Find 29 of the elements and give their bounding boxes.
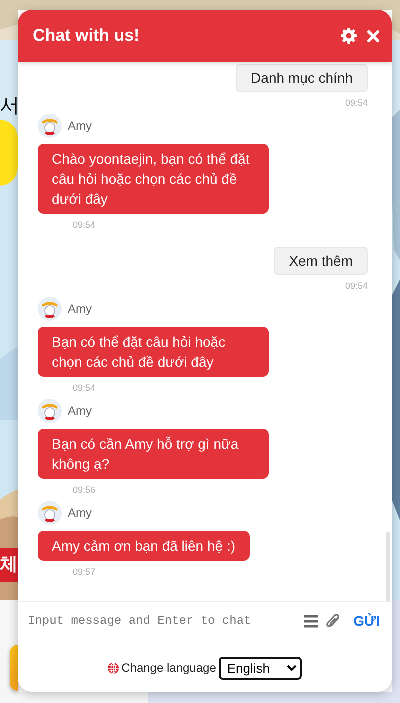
avatar-icon (38, 114, 62, 138)
avatar-icon (38, 297, 62, 321)
language-select[interactable]: English (219, 656, 302, 680)
option-button[interactable]: Xem thêm (274, 247, 368, 275)
chat-title: Chat with us! (33, 26, 141, 46)
message-time: 09:54 (345, 281, 368, 291)
message-bubble: Chào yoontaejin, bạn có thể đặt câu hỏi hoặc chọn các chủ đề dưới đây (38, 144, 269, 214)
message-time: 09:56 (73, 485, 96, 495)
message-time: 09:57 (73, 567, 96, 577)
menu-icon[interactable] (304, 614, 318, 628)
sender-name: Amy (68, 119, 92, 133)
language-label: Change language (122, 661, 216, 675)
message-bubble: Amy cảm ơn bạn đã liên hệ :) (38, 531, 250, 561)
sender-name: Amy (68, 506, 92, 520)
send-button[interactable]: GỬI (354, 613, 380, 629)
message-time: 09:54 (345, 98, 368, 108)
sender-name: Amy (68, 302, 92, 316)
close-icon[interactable] (367, 30, 380, 42)
sender-name: Amy (68, 404, 92, 418)
avatar-icon (38, 399, 62, 423)
message-time: 09:54 (73, 220, 96, 230)
message-bubble: Bạn có thể đặt câu hỏi hoặc chọn các chủ đề dưới đây (38, 327, 269, 377)
avatar-icon (38, 501, 62, 525)
settings-icon[interactable] (341, 28, 357, 44)
message-bubble: Bạn có cần Amy hỗ trợ gì nữa không ạ? (38, 429, 269, 479)
message-time: 09:54 (73, 383, 96, 393)
globe-icon (108, 662, 119, 674)
paperclip-icon[interactable] (326, 613, 340, 629)
option-button[interactable]: Danh mục chính (236, 64, 368, 92)
